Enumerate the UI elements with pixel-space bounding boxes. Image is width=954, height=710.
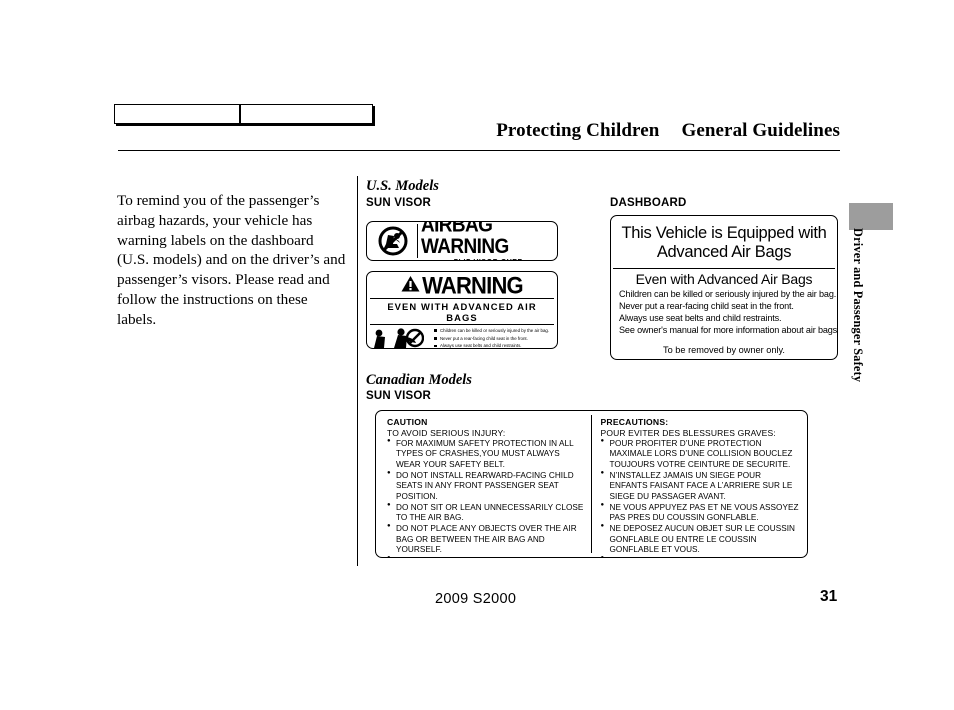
warning-bullet: Always use seat belts and child restrain… <box>434 342 554 348</box>
airbag-warning-text-cell: AIRBAG WARNING FLIP VISOR OVER <box>418 221 555 260</box>
flip-visor-subtitle: FLIP VISOR OVER <box>453 259 522 261</box>
us-sun-visor-heading: SUN VISOR <box>366 197 432 209</box>
warning-bullet: Children can be killed or seriously inju… <box>434 327 554 335</box>
header-titles: Protecting Children General Guidelines <box>118 120 840 142</box>
precautions-title: PRECAUTIONS: <box>600 417 669 427</box>
header-divider <box>118 150 840 151</box>
page-subtitle: General Guidelines <box>681 120 840 141</box>
warning-body: Children can be killed or seriously inju… <box>370 327 554 348</box>
caution-bullet: SEE THE OWNER'S MANUAL FOR FURTHER INFOR… <box>387 555 585 557</box>
canadian-label-french-column: PRECAUTIONS: POUR EVITER DES BLESSURES G… <box>592 415 806 557</box>
dashboard-bullet: Children can be killed or seriously inju… <box>619 288 837 299</box>
canadian-sun-visor-heading: SUN VISOR <box>366 390 432 402</box>
canadian-label-english-column: CAUTION TO AVOID SERIOUS INJURY: FOR MAX… <box>378 415 592 557</box>
side-tab-label: Driver and Passenger Safety <box>851 228 865 383</box>
us-sun-visor-label-airbag-warning: AIRBAG WARNING FLIP VISOR OVER <box>366 221 558 261</box>
airbag-warning-title: AIRBAG WARNING <box>421 221 509 258</box>
us-sun-visor-label-warning: WARNING EVEN WITH ADVANCED AIR BAGS Chil… <box>366 271 558 349</box>
dashboard-title-line-1: This Vehicle is Equipped with <box>621 224 827 242</box>
precautions-bullet: N’INSTALLEZ JAMAIS UN SIEGE POUR ENFANTS… <box>601 470 800 503</box>
airbag-child-seat-icon <box>370 327 426 348</box>
dashboard-subtitle: Even with Advanced Air Bags <box>635 270 813 287</box>
precautions-bullet: NE DEPOSEZ AUCUN OBJET SUR LE COUSSIN GO… <box>601 523 800 556</box>
column-divider <box>357 176 358 566</box>
dashboard-label-body: Even with Advanced Air Bags Children can… <box>613 269 838 355</box>
dashboard-title-line-2: Advanced Air Bags <box>656 242 792 261</box>
warning-bullet: Never put a rear-facing child seat in th… <box>434 335 554 343</box>
dashboard-footer-note: To be removed by owner only. <box>663 344 785 355</box>
caution-bullet: DO NOT INSTALL REARWARD-FACING CHILD SEA… <box>387 470 585 503</box>
no-rear-facing-child-seat-icon <box>369 224 418 258</box>
page-header: Protecting Children General Guidelines <box>118 120 840 142</box>
warning-title: WARNING <box>422 271 524 300</box>
canadian-sun-visor-label: CAUTION TO AVOID SERIOUS INJURY: FOR MAX… <box>375 410 808 558</box>
us-models-heading: U.S. Models <box>366 178 439 194</box>
dashboard-label-title: This Vehicle is Equipped with Advanced A… <box>613 218 835 269</box>
warning-title-row: WARNING <box>370 271 554 300</box>
precautions-bullet: LISEZ LE GUIDE UTILISATEUR POUR DE PLUS … <box>601 555 800 557</box>
caution-bullet: DO NOT PLACE ANY OBJECTS OVER THE AIR BA… <box>387 523 585 556</box>
warning-subtitle: EVEN WITH ADVANCED AIR BAGS <box>370 301 554 326</box>
page-title: Protecting Children <box>496 120 660 141</box>
dashboard-label: This Vehicle is Equipped with Advanced A… <box>610 215 838 360</box>
caution-bullet-list: FOR MAXIMUM SAFETY PROTECTION IN ALL TYP… <box>387 438 585 557</box>
intro-paragraph: To remind you of the passenger’s airbag … <box>117 192 346 328</box>
side-tab-marker <box>849 203 893 230</box>
caution-bullet: DO NOT SIT OR LEAN UNNECESSARILY CLOSE T… <box>387 502 585 524</box>
dashboard-bullet: Never put a rear-facing child seat in th… <box>619 300 794 311</box>
dashboard-heading: DASHBOARD <box>610 197 687 209</box>
caution-bullet: FOR MAXIMUM SAFETY PROTECTION IN ALL TYP… <box>387 438 585 471</box>
footer-page-number: 31 <box>820 588 838 605</box>
dashboard-bullet: See owner's manual for more information … <box>619 324 838 335</box>
precautions-bullet: POUR PROFITER D’UNE PROTECTION MAXIMALE … <box>601 438 800 471</box>
caution-subtitle: TO AVOID SERIOUS INJURY: <box>387 427 506 438</box>
precautions-subtitle: POUR EVITER DES BLESSURES GRAVES: <box>600 427 776 438</box>
canadian-models-heading: Canadian Models <box>366 372 472 388</box>
footer-model-year: 2009 S2000 <box>435 591 517 607</box>
warning-triangle-icon <box>401 275 420 297</box>
precautions-bullet: NE VOUS APPUYEZ PAS ET NE VOUS ASSOYEZ P… <box>601 502 800 524</box>
dashboard-bullet-list: Children can be killed or seriously inju… <box>619 288 838 336</box>
dashboard-bullet: Always use seat belts and child restrain… <box>619 312 782 323</box>
caution-title: CAUTION <box>387 417 428 427</box>
warning-bullet-list: Children can be killed or seriously inju… <box>426 327 554 348</box>
precautions-bullet-list: POUR PROFITER D’UNE PROTECTION MAXIMALE … <box>601 438 800 557</box>
